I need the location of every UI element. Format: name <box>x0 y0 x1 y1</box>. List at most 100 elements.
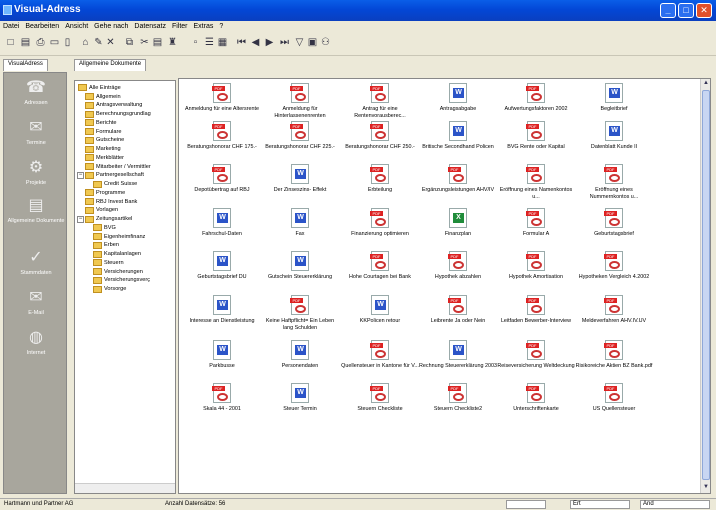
file-item[interactable]: PDF Leitfaden Bewerber-Interview <box>497 295 575 325</box>
open-icon[interactable]: ▯ <box>62 37 73 48</box>
prev-record-icon[interactable]: ◀ <box>250 37 261 48</box>
file-item[interactable]: PDF Ergänzungsleistungen AHV/IV <box>419 164 497 194</box>
tree-node-steuern[interactable]: Steuern <box>93 259 124 267</box>
menu-extras[interactable]: Extras <box>194 23 214 34</box>
file-item[interactable]: W Interesse an Dienstleistung <box>183 295 261 325</box>
file-item[interactable]: W Personendaten <box>261 340 339 370</box>
file-item[interactable]: PDF Beratungshonorar CHF 250.- <box>341 121 419 151</box>
file-item[interactable]: PDF Leibrente Ja oder Nein <box>419 295 497 325</box>
file-item[interactable]: PDF Aufwertungsfaktoren 2002 <box>497 83 575 113</box>
tree-node-allgemein[interactable]: Allgemein <box>85 93 121 100</box>
file-item[interactable]: PDF Hypothek abzahlen <box>419 251 497 281</box>
tree-node-zeitungsartikel[interactable]: − Zeitungsartikel <box>77 215 132 223</box>
file-item[interactable]: PDF Unterschriftenkarte <box>497 383 575 413</box>
file-item[interactable]: PDF Hypotheken Vergleich 4.2002 <box>575 251 653 281</box>
new-folder-icon[interactable]: ▭ <box>49 37 60 48</box>
tree-horizontal-scrollbar[interactable] <box>75 483 175 493</box>
scroll-down-arrow-icon[interactable]: ▼ <box>702 483 710 492</box>
tab-visualadress[interactable]: VisualAdress <box>3 59 48 71</box>
menu-datensatz[interactable]: Datensatz <box>134 23 166 34</box>
file-item[interactable]: W Fax <box>261 208 339 238</box>
file-item[interactable]: PDF Geburtstagsbrief <box>575 208 653 238</box>
first-record-icon[interactable]: ⏮ <box>236 37 247 48</box>
menu-filter[interactable]: Filter <box>172 23 188 34</box>
print-icon[interactable]: ⎙ <box>35 37 46 48</box>
file-item[interactable]: PDF Antrag für eine Rentenvorausberec... <box>341 83 419 119</box>
tree-node-eigenheimfinanz[interactable]: Eigenheimfinanz <box>93 233 145 240</box>
file-item[interactable]: PDF Anmeldung für Hinterlassenenrenten <box>261 83 339 119</box>
paste-icon[interactable]: ▤ <box>152 37 163 48</box>
file-item[interactable]: PDF Keine Haftpflicht= Ein Leben lang Sch… <box>261 295 339 331</box>
close-button[interactable]: ✕ <box>696 3 712 18</box>
file-item[interactable]: W Gutschein Steuererklärung <box>261 251 339 281</box>
file-item[interactable]: PDF Hohe Courtagen bei Bank <box>341 251 419 281</box>
tree-node-programme[interactable]: Programme <box>85 189 125 197</box>
tree-node-berechnungsgrundlag[interactable]: Berechnungsgrundlag <box>85 110 151 118</box>
tree-node-erben[interactable]: Erben <box>93 241 119 249</box>
file-item[interactable]: PDF Eröffnung eines Nummernkontos u... <box>575 164 653 200</box>
list-icon[interactable]: ☰ <box>204 37 215 48</box>
tree-node-credit-suisse[interactable]: Credit Suisse <box>93 180 137 188</box>
sidebar-item-internet[interactable]: ◍ Internet <box>4 329 68 356</box>
tab-allgemeine-dokumente-label[interactable]: Allgemeine Dokumente <box>74 59 147 71</box>
file-item[interactable]: PDF BVG Rente oder Kapital <box>497 121 575 151</box>
delete-icon[interactable]: ✕ <box>105 37 116 48</box>
menu-ansicht[interactable]: Ansicht <box>65 23 88 34</box>
file-item[interactable]: PDF Beratungshonorar CHF 225.- <box>261 121 339 151</box>
tree-node-gutscheine[interactable]: Gutscheine <box>85 136 124 144</box>
next-record-icon[interactable]: ▶ <box>264 37 275 48</box>
file-item[interactable]: PDF Finanzierung optimieren <box>341 208 419 238</box>
collapse-toggle-icon[interactable]: − <box>77 215 84 223</box>
file-item[interactable]: PDF Beratungshonorar CHF 175.- <box>183 121 261 151</box>
file-view-vertical-scrollbar[interactable]: ▲ ▼ <box>700 79 710 493</box>
file-item[interactable]: PDF Erbteilung <box>341 164 419 194</box>
new-file-icon[interactable]: □ <box>5 37 16 48</box>
binoculars-icon[interactable]: ⚇ <box>320 37 331 48</box>
file-item[interactable]: W Rechnung Steuererklärung 2003 <box>419 340 497 370</box>
sidebar-item-termine[interactable]: ✉ Termine <box>4 119 68 146</box>
small-icons-icon[interactable]: ▫ <box>190 37 201 48</box>
file-item[interactable]: X Finanzplan <box>419 208 497 238</box>
tree-node-vorsorge[interactable]: Vorsorge <box>93 285 126 293</box>
tree-node-vorlagen[interactable]: Vorlagen <box>85 206 118 214</box>
copy-icon[interactable]: ⧉ <box>124 37 135 48</box>
file-item[interactable]: PDF Hypothek Amortisation <box>497 251 575 281</box>
minimize-button[interactable]: _ <box>660 3 676 18</box>
file-item[interactable]: W Der Zinseszins- Effekt <box>261 164 339 194</box>
tree-node-formulare[interactable]: Formulare <box>85 128 122 135</box>
find-icon[interactable]: ♜ <box>167 37 178 48</box>
sidebar-item-stammdaten[interactable]: ✓ Stammdaten <box>4 249 68 276</box>
file-item[interactable]: PDF Formular A <box>497 208 575 238</box>
save-icon[interactable]: ▤ <box>20 37 31 48</box>
edit-icon[interactable]: ✎ <box>93 37 104 48</box>
file-item[interactable]: PDF Reiseversicherung Weltdeckung <box>497 340 575 370</box>
menu-datei[interactable]: Datei <box>3 23 19 34</box>
file-item[interactable]: W KKPolicen retour <box>341 295 419 325</box>
folder-open-icon[interactable]: ⌂ <box>80 37 91 48</box>
tree-node-kapitalanlagen[interactable]: Kapitalanlagen <box>93 250 141 258</box>
file-item[interactable]: W Parkbusse <box>183 340 261 370</box>
tree-root[interactable]: Alle Einträge <box>78 84 121 91</box>
tree-node-versicherungen[interactable]: Versicherungen <box>93 268 143 275</box>
tree-node-merkblatter[interactable]: Merkblätter <box>85 154 124 162</box>
sidebar-item-projekte[interactable]: ⚙ Projekte <box>4 159 68 186</box>
file-item[interactable]: PDF Anmeldung für eine Altersrente <box>183 83 261 113</box>
file-item[interactable]: PDF Steuern Checkliste <box>341 383 419 413</box>
file-item[interactable]: W Fahrschul-Daten <box>183 208 261 238</box>
file-item[interactable]: W Begleitbrief <box>575 83 653 113</box>
scroll-thumb[interactable] <box>702 90 710 480</box>
file-item[interactable]: PDF Meldeverfahren AHV.IV.UV <box>575 295 653 325</box>
menu-bearbeiten[interactable]: Bearbeiten <box>25 23 59 34</box>
file-item[interactable]: W Datenblatt Kunde II <box>575 121 653 151</box>
tree-node-antragsverwaltung[interactable]: Antragsverwaltung <box>85 101 142 109</box>
tree-node-bvg[interactable]: BVG <box>93 224 116 232</box>
last-record-icon[interactable]: ⏭ <box>279 37 290 48</box>
collapse-toggle-icon[interactable]: − <box>77 171 84 179</box>
file-item[interactable]: PDF Skala 44 - 2001 <box>183 383 261 413</box>
details-icon[interactable]: ▦ <box>217 37 228 48</box>
file-item[interactable]: PDF US Quellensteuer <box>575 383 653 413</box>
file-item[interactable]: W Antragsabgabe <box>419 83 497 113</box>
scroll-up-arrow-icon[interactable]: ▲ <box>702 79 710 88</box>
tab-allgemeine-dokumente[interactable]: Allgemeine Dokumente <box>74 59 147 71</box>
menu-gehe-nach[interactable]: Gehe nach <box>94 23 128 34</box>
